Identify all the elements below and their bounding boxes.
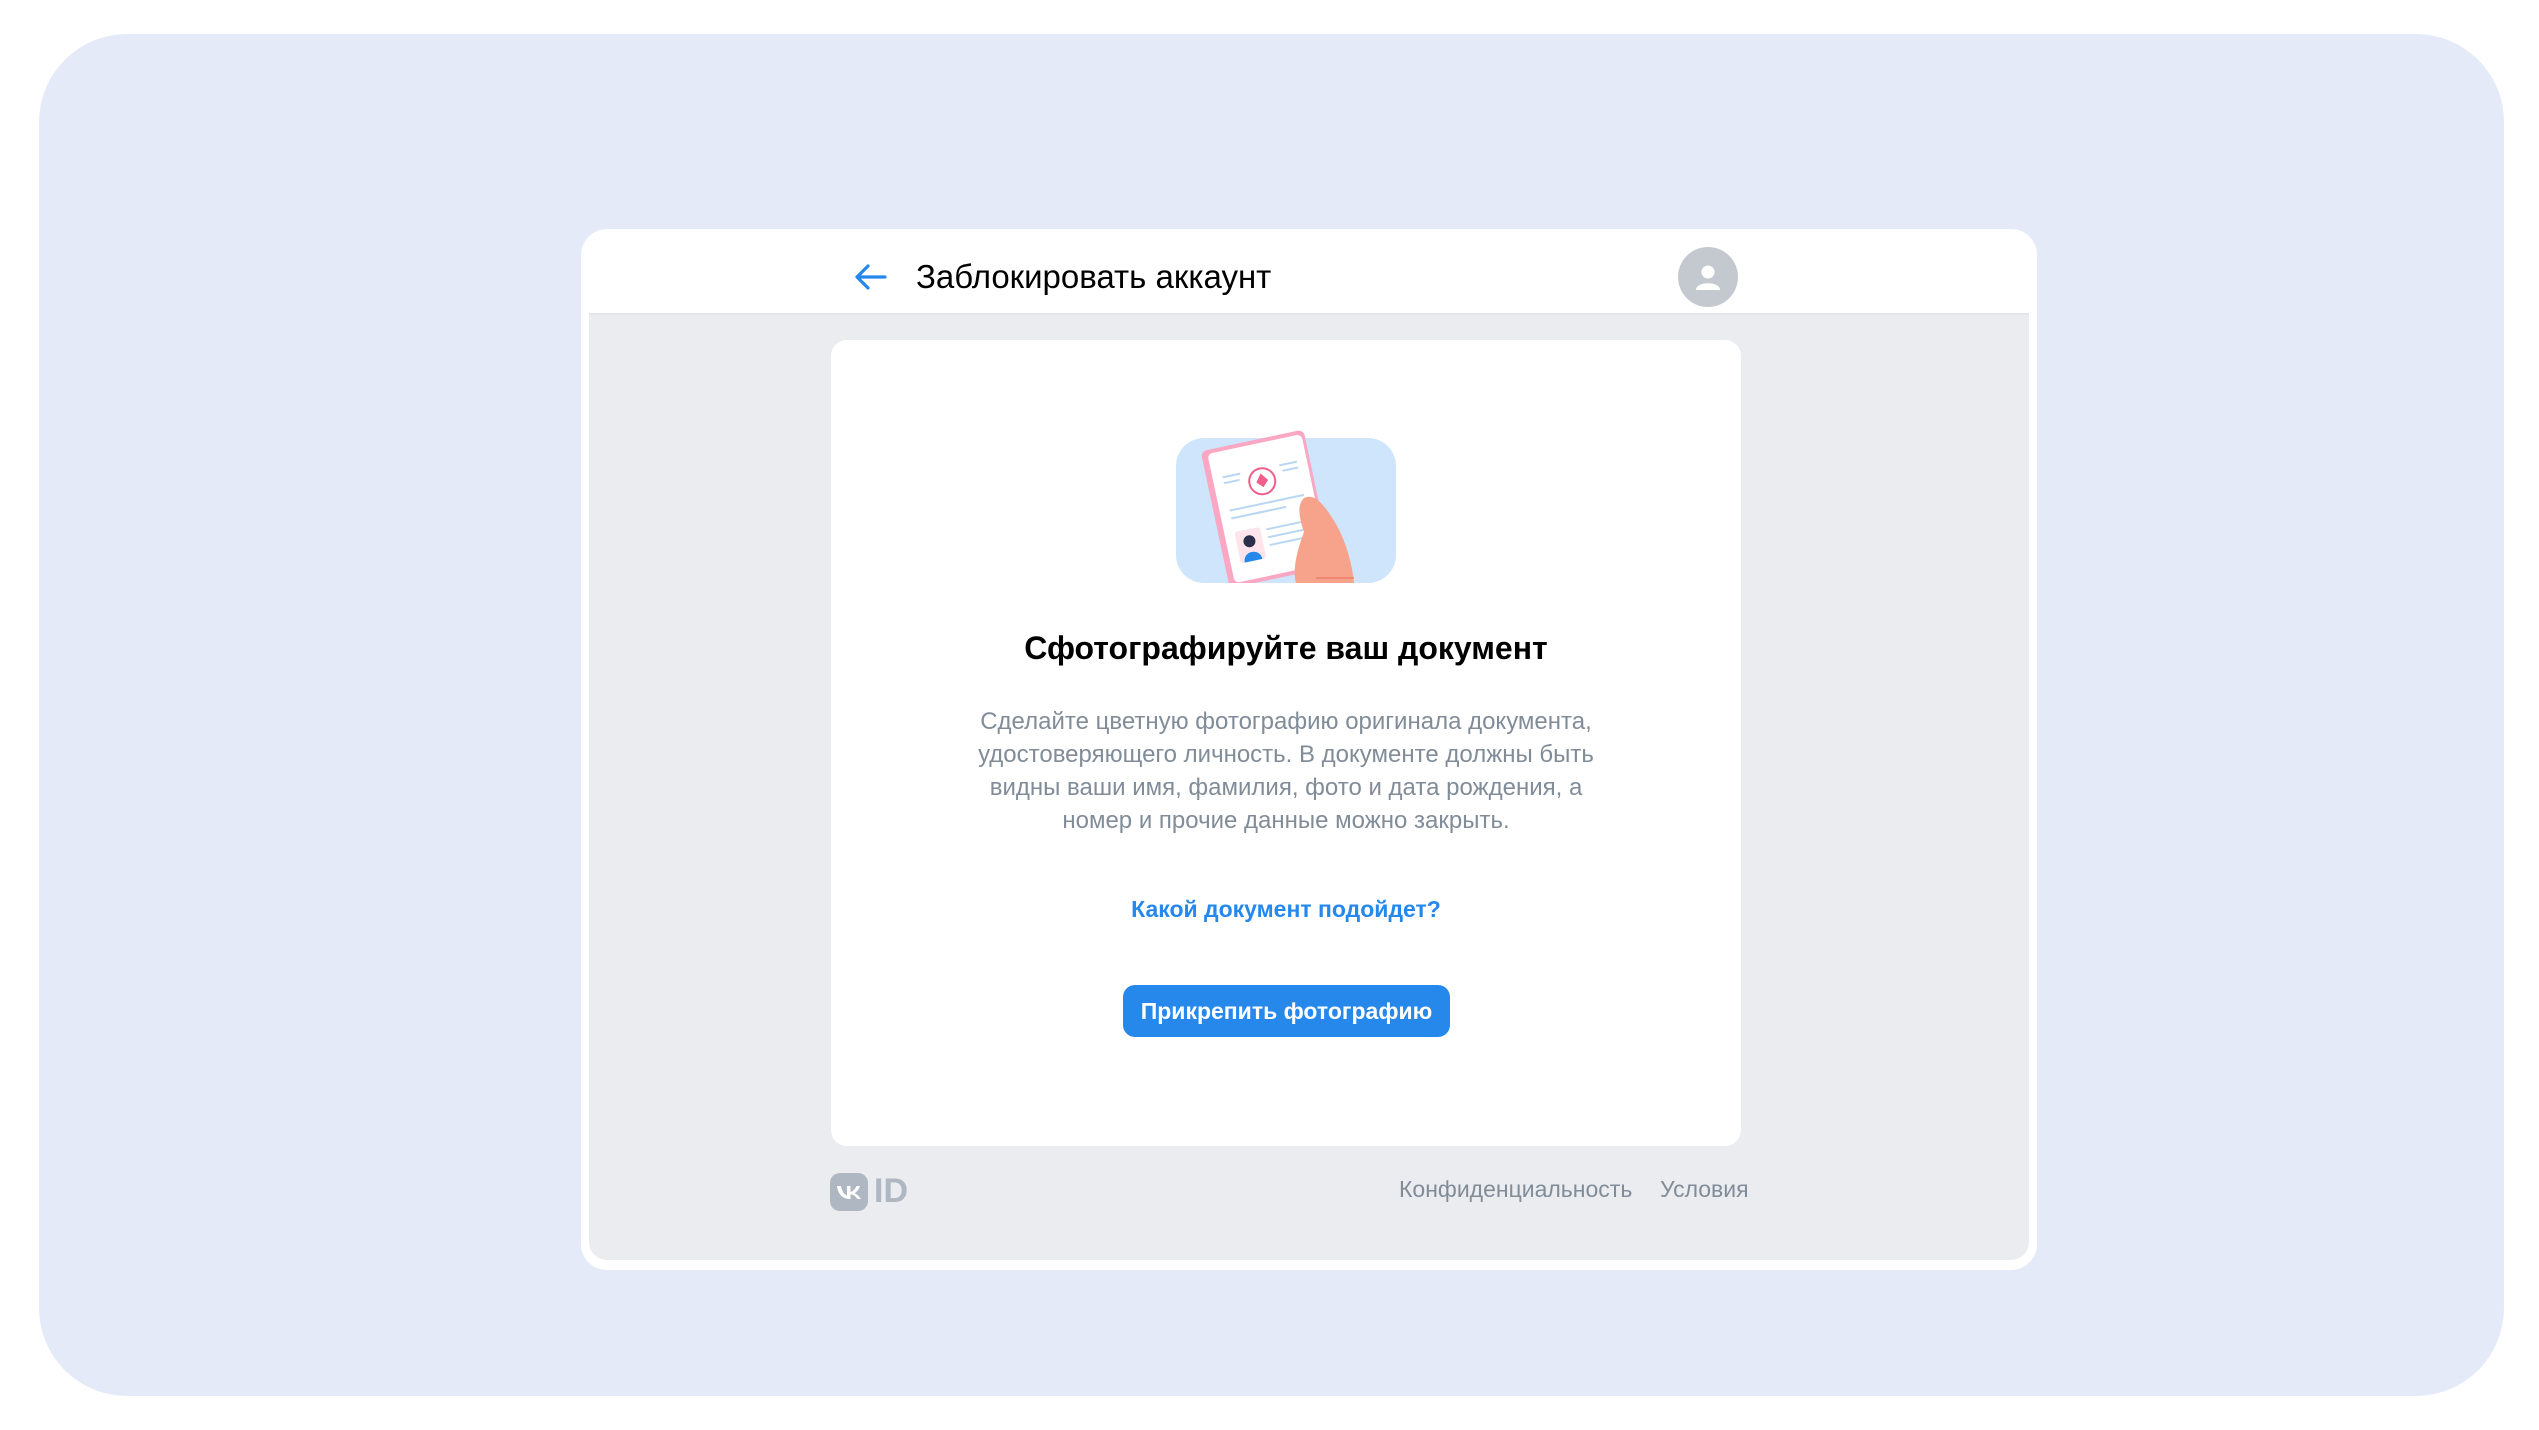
page-background: Заблокировать аккаунт Сфотографируйте ва… bbox=[39, 34, 2504, 1396]
card-title: Сфотографируйте ваш документ bbox=[1024, 630, 1548, 666]
vk-id-logo: ID bbox=[830, 1172, 908, 1211]
passport-in-hand-illustration bbox=[1176, 430, 1396, 583]
terms-link[interactable]: Условия bbox=[1660, 1176, 1749, 1203]
vk-logo-icon bbox=[830, 1172, 868, 1211]
which-document-link[interactable]: Какой документ подойдет? bbox=[831, 896, 1741, 923]
card-description: Сделайте цветную фотографию оригинала до… bbox=[978, 708, 1594, 834]
privacy-link[interactable]: Конфиденциальность bbox=[1399, 1176, 1632, 1203]
user-avatar-icon bbox=[1696, 265, 1720, 290]
header-bar: Заблокировать аккаунт bbox=[589, 239, 2029, 315]
user-avatar[interactable] bbox=[1678, 247, 1738, 307]
browser-frame: Заблокировать аккаунт Сфотографируйте ва… bbox=[581, 229, 2037, 1270]
attach-photo-button[interactable]: Прикрепить фотографию bbox=[1123, 985, 1450, 1037]
arrow-left-icon bbox=[855, 264, 887, 290]
verification-card: Сфотографируйте ваш документ Сделайте цв… bbox=[831, 340, 1741, 1146]
back-button[interactable] bbox=[851, 257, 891, 297]
app-window: Заблокировать аккаунт Сфотографируйте ва… bbox=[589, 239, 2029, 1260]
logo-text: ID bbox=[874, 1172, 908, 1210]
page-title: Заблокировать аккаунт bbox=[916, 258, 1272, 295]
